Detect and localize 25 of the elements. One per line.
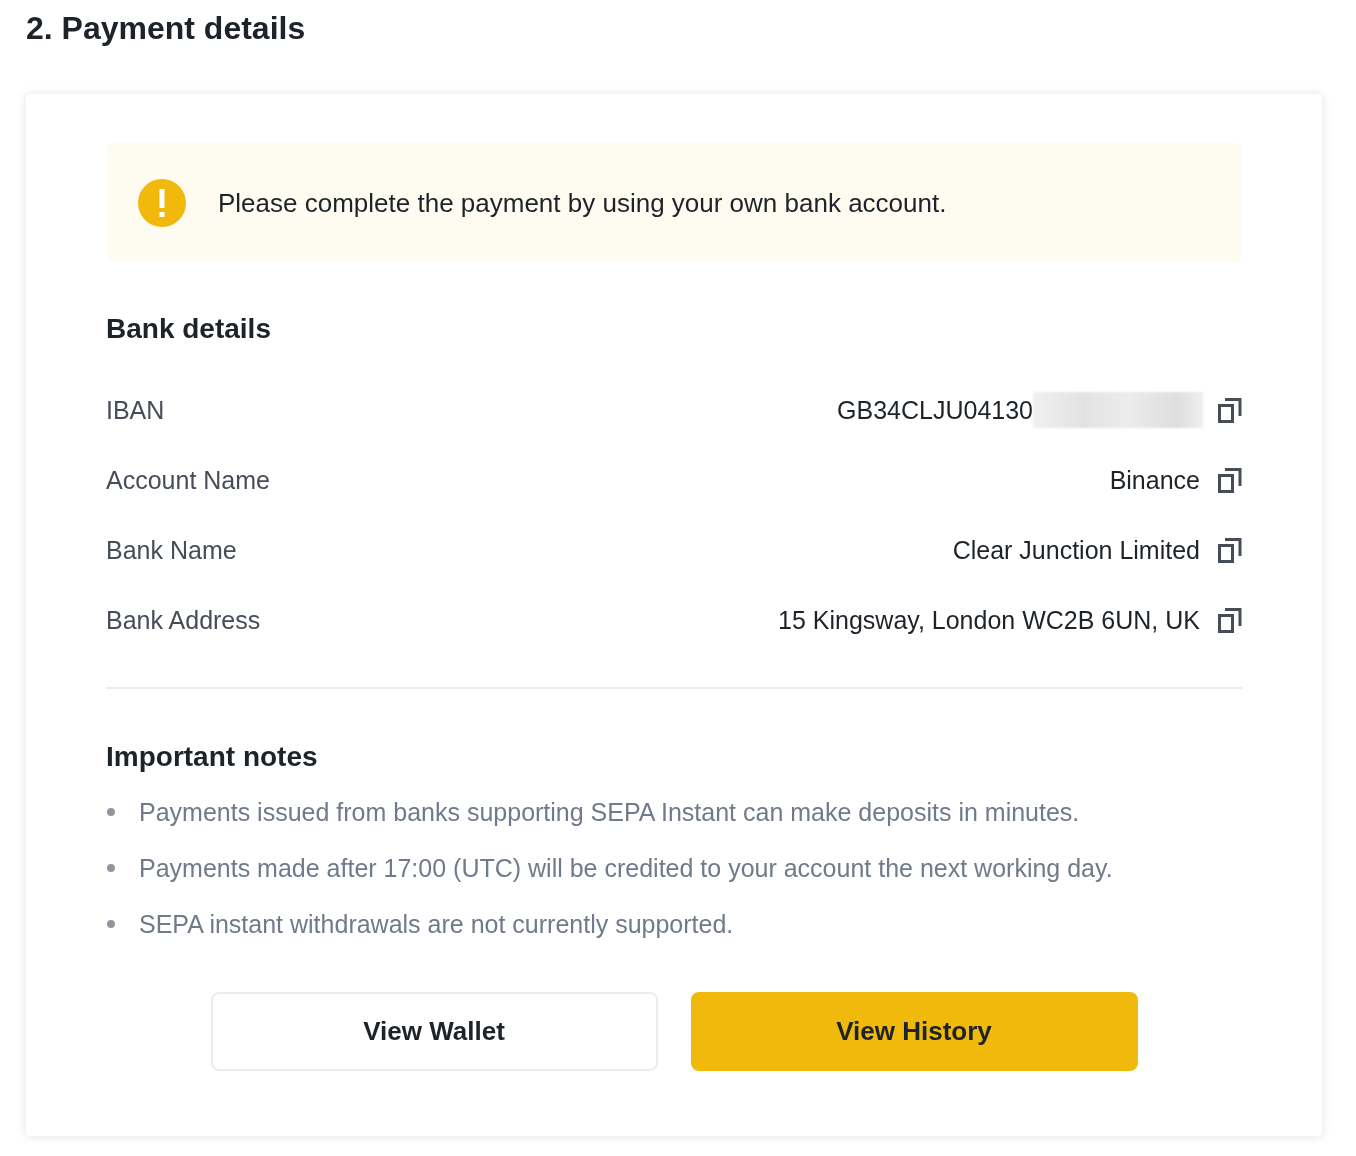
bullet-icon [107,808,115,816]
bank-details-title: Bank details [106,312,271,346]
section-heading: 2. Payment details [26,9,306,48]
view-history-button[interactable]: View History [690,992,1138,1071]
field-label: Account Name [106,465,270,496]
field-value: Binance [1109,465,1200,496]
copy-icon[interactable] [1218,467,1242,493]
warning-text: Please complete the payment by using your own bank account. [218,186,947,220]
copy-icon[interactable] [1218,397,1242,423]
note-text: SEPA instant withdrawals are not currently supported. [139,909,734,940]
notes-title: Important notes [106,740,318,774]
copy-icon[interactable] [1218,537,1242,563]
note-text: Payments made after 17:00 (UTC) will be credited to your account the next working day. [139,853,1113,884]
field-value: Clear Junction Limited [952,535,1200,566]
field-label: Bank Name [106,535,237,566]
bullet-icon [107,920,115,928]
view-wallet-button[interactable]: View Wallet [210,992,658,1071]
warning-icon [138,178,186,227]
field-value: GB34CLJU04130 [837,395,1033,426]
copy-icon[interactable] [1218,607,1242,633]
bullet-icon [107,864,115,872]
field-label: IBAN [106,395,165,426]
field-label: Bank Address [106,605,261,636]
note-text: Payments issued from banks supporting SEPA Instant can make deposits in minutes. [139,797,1080,828]
field-value: 15 Kingsway, London WC2B 6UN, UK [778,605,1200,636]
